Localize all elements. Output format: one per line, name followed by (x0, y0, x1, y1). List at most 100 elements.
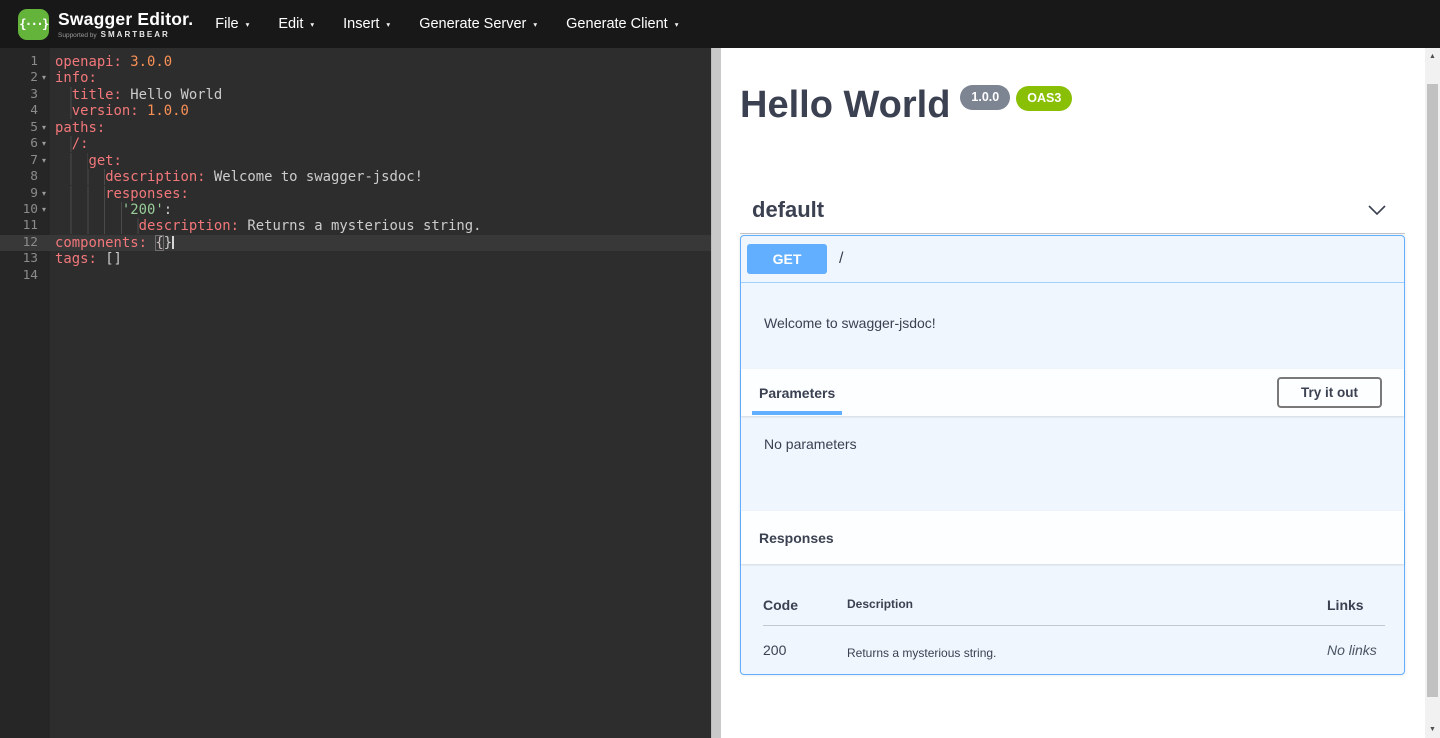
fold-caret-icon[interactable]: ▾ (38, 153, 50, 169)
editor-line[interactable]: 4 version: 1.0.0 (0, 103, 711, 119)
menu-label: Insert (343, 16, 379, 32)
editor-line[interactable]: 14 (0, 268, 711, 284)
token-num: 3.0.0 (130, 54, 172, 70)
code-text: info: (50, 70, 97, 86)
token-key: components: (55, 235, 147, 251)
fold-spacer (38, 251, 50, 267)
menu-label: File (215, 16, 238, 32)
line-gutter: 3 (0, 87, 50, 103)
tab-parameters[interactable]: Parameters (759, 385, 835, 401)
token-indent (55, 136, 72, 152)
scrollbar-thumb[interactable] (1427, 84, 1438, 697)
editor-line[interactable]: 11 description: Returns a mysterious str… (0, 218, 711, 234)
response-links: No links (1327, 626, 1385, 658)
editor-line[interactable]: 1openapi: 3.0.0 (0, 54, 711, 70)
vertical-scrollbar[interactable]: ▲ ▼ (1425, 48, 1440, 738)
token-key: description: (139, 218, 239, 234)
fold-caret-icon[interactable]: ▾ (38, 202, 50, 218)
parameters-header: Parameters Try it out (741, 369, 1404, 416)
token-key: get: (88, 153, 121, 169)
editor-line[interactable]: 13tags: [] (0, 251, 711, 267)
tag-section-default[interactable]: default (740, 186, 1405, 234)
line-gutter: 14 (0, 268, 50, 284)
editor-line[interactable]: 7▾ get: (0, 153, 711, 169)
supported-by-label: Supported by (58, 32, 97, 39)
response-code: 200 (763, 626, 847, 658)
line-gutter: 1 (0, 54, 50, 70)
responses-table: Code Description Links 200 Returns a mys… (741, 564, 1404, 674)
fold-caret-icon[interactable]: ▾ (38, 120, 50, 136)
fold-caret-icon[interactable]: ▾ (38, 186, 50, 202)
col-header-description: Description (847, 584, 1327, 623)
token-key: /: (72, 136, 89, 152)
editor-line[interactable]: 3 title: Hello World (0, 87, 711, 103)
line-gutter: 10▾ (0, 202, 50, 218)
editor-line[interactable]: 2▾info: (0, 70, 711, 86)
menu-insert[interactable]: Insert▾ (343, 16, 390, 32)
menu-edit[interactable]: Edit ▾ (278, 16, 314, 32)
operation-summary[interactable]: GET / (741, 236, 1404, 283)
fold-caret-icon[interactable]: ▾ (38, 70, 50, 86)
token-indent (55, 103, 72, 119)
brand-title: Swagger Editor. (58, 10, 193, 29)
chevron-down-icon[interactable] (1367, 204, 1387, 216)
line-gutter: 13 (0, 251, 50, 267)
code-text (50, 268, 55, 284)
try-it-out-button[interactable]: Try it out (1277, 377, 1382, 408)
menu-label: Generate Client (566, 16, 668, 32)
line-number: 3 (0, 87, 38, 103)
caret-down-icon: ▾ (310, 20, 314, 29)
menu-file[interactable]: File ▾ (215, 16, 249, 32)
token-key: description: (105, 169, 205, 185)
menu-generate-client[interactable]: Generate Client▾ (566, 16, 678, 32)
line-number: 6 (0, 136, 38, 152)
line-number: 5 (0, 120, 38, 136)
menu-generate-server[interactable]: Generate Server▾ (419, 16, 537, 32)
code-text: responses: (50, 186, 189, 202)
scroll-down-icon[interactable]: ▼ (1425, 721, 1440, 738)
yaml-editor[interactable]: 1openapi: 3.0.02▾info:3 title: Hello Wor… (0, 48, 711, 738)
line-gutter: 4 (0, 103, 50, 119)
fold-caret-icon[interactable]: ▾ (38, 136, 50, 152)
caret-down-icon: ▾ (533, 20, 537, 29)
token-key: title: (72, 87, 122, 103)
editor-line[interactable]: 8 description: Welcome to swagger-jsdoc! (0, 169, 711, 185)
line-gutter: 11 (0, 218, 50, 234)
token-plain: Returns a mysterious string. (239, 218, 482, 234)
token-bracket: { (155, 235, 163, 251)
token-num: 1.0.0 (147, 103, 189, 119)
response-row-200: 200 Returns a mysterious string. No link… (763, 626, 1385, 660)
line-number: 4 (0, 103, 38, 119)
editor-line[interactable]: 12components: {} (0, 235, 711, 251)
code-text: version: 1.0.0 (50, 103, 189, 119)
fold-spacer (38, 54, 50, 70)
http-method-badge: GET (747, 244, 827, 274)
fold-spacer (38, 87, 50, 103)
pane-splitter[interactable] (711, 48, 721, 738)
code-text: /: (50, 136, 88, 152)
editor-line[interactable]: 6▾ /: (0, 136, 711, 152)
line-gutter: 2▾ (0, 70, 50, 86)
token-indent (55, 169, 105, 185)
fold-spacer (38, 169, 50, 185)
api-title: Hello World (740, 84, 950, 126)
menu-label: Edit (278, 16, 303, 32)
responses-table-header: Code Description Links (763, 584, 1385, 626)
token-str: '200' (122, 202, 164, 218)
scroll-up-icon[interactable]: ▲ (1425, 48, 1440, 65)
editor-line[interactable]: 5▾paths: (0, 120, 711, 136)
caret-down-icon: ▾ (246, 20, 250, 29)
token-indent (55, 202, 122, 218)
code-text: openapi: 3.0.0 (50, 54, 172, 70)
menu-bar: File▾Edit▾Insert▾Generate Server▾Generat… (215, 16, 707, 32)
responses-header: Responses (741, 511, 1404, 564)
token-plain: } (164, 235, 172, 251)
swagger-logo-icon[interactable]: {···} (18, 9, 49, 40)
token-key: openapi: (55, 54, 122, 70)
code-text: title: Hello World (50, 87, 222, 103)
tag-name: default (740, 197, 824, 223)
editor-line[interactable]: 9▾ responses: (0, 186, 711, 202)
editor-line[interactable]: 10▾ '200': (0, 202, 711, 218)
line-number: 9 (0, 186, 38, 202)
no-parameters-message: No parameters (741, 416, 1404, 511)
